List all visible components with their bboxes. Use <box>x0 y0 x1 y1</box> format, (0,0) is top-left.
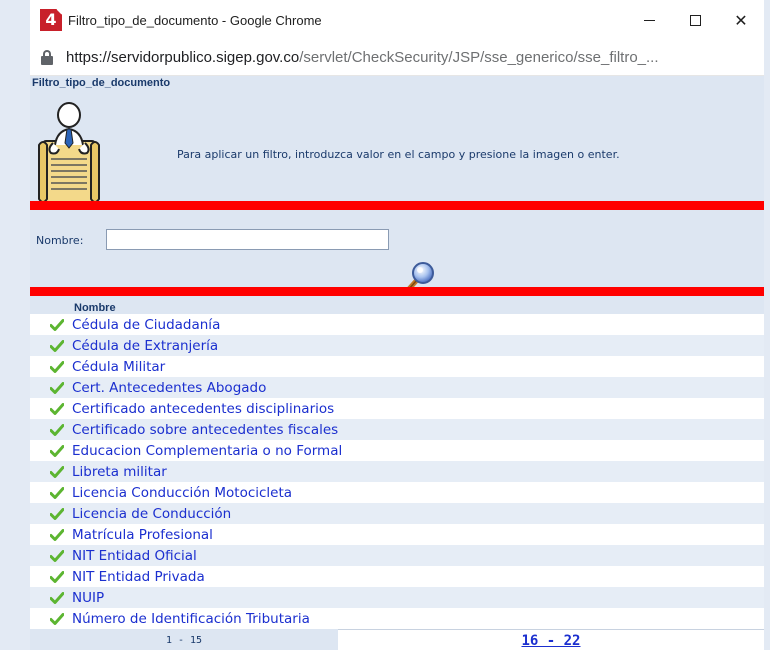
list-item[interactable]: Certificado antecedentes disciplinarios <box>30 398 764 419</box>
list-item[interactable]: Licencia Conducción Motocicleta <box>30 482 764 503</box>
name-filter-label: Nombre: <box>36 234 84 247</box>
intro-panel: Para aplicar un filtro, introduzca valor… <box>30 91 764 210</box>
check-icon <box>50 339 64 352</box>
document-type-link[interactable]: Número de Identificación Tributaria <box>72 611 310 627</box>
page-content: Para aplicar un filtro, introduzca valor… <box>30 91 764 650</box>
document-type-link[interactable]: Libreta militar <box>72 464 167 480</box>
filter-panel: Nombre: <box>30 210 764 300</box>
next-page-cell: 16 - 22 <box>338 629 764 650</box>
instructions-text: Para aplicar un filtro, introduzca valor… <box>177 148 620 161</box>
document-type-link[interactable]: Licencia de Conducción <box>72 506 231 522</box>
next-page-link[interactable]: 16 - 22 <box>521 633 580 649</box>
current-page-range: 1 - 15 <box>30 629 338 650</box>
list-item[interactable]: Número de Identificación Tributaria <box>30 608 764 629</box>
window-controls: ✕ <box>626 0 764 40</box>
url-text[interactable]: https://servidorpublico.sigep.gov.co/ser… <box>66 49 659 66</box>
list-item[interactable]: Cert. Antecedentes Abogado <box>30 377 764 398</box>
list-item[interactable]: Matrícula Profesional <box>30 524 764 545</box>
maximize-icon <box>689 14 701 26</box>
check-icon <box>50 591 64 604</box>
lock-icon[interactable] <box>40 49 54 66</box>
desktop-background-left <box>0 0 30 650</box>
check-icon <box>50 444 64 457</box>
pagination: 1 - 15 16 - 22 <box>30 629 764 650</box>
check-icon <box>50 402 64 415</box>
list-item[interactable]: Libreta militar <box>30 461 764 482</box>
list-column-header: Nombre <box>30 300 764 314</box>
list-item[interactable]: Educacion Complementaria o no Formal <box>30 440 764 461</box>
list-item[interactable]: Cédula de Ciudadanía <box>30 314 764 335</box>
minimize-icon <box>643 19 655 21</box>
list-item[interactable]: NUIP <box>30 587 764 608</box>
close-button[interactable]: ✕ <box>718 0 764 40</box>
url-path: /servlet/CheckSecurity/JSP/sse_generico/… <box>299 49 659 66</box>
url-host: https://servidorpublico.sigep.gov.co <box>66 49 300 66</box>
document-type-link[interactable]: NIT Entidad Privada <box>72 569 205 585</box>
browser-window: 4 Filtro_tipo_de_documento - Google Chro… <box>30 0 764 650</box>
close-icon: ✕ <box>734 10 748 30</box>
document-figure-icon <box>38 102 100 204</box>
address-bar[interactable]: https://servidorpublico.sigep.gov.co/ser… <box>30 40 764 76</box>
check-icon <box>50 423 64 436</box>
document-type-link[interactable]: Cédula de Extranjería <box>72 338 218 354</box>
document-type-link[interactable]: NUIP <box>72 590 104 606</box>
list-item[interactable]: Certificado sobre antecedentes fiscales <box>30 419 764 440</box>
document-type-link[interactable]: Certificado sobre antecedentes fiscales <box>72 422 338 438</box>
name-filter-input[interactable] <box>106 229 389 250</box>
minimize-button[interactable] <box>626 0 672 40</box>
document-type-link[interactable]: Cert. Antecedentes Abogado <box>72 380 266 396</box>
search-icon[interactable] <box>402 260 436 294</box>
window-title: Filtro_tipo_de_documento - Google Chrome <box>68 12 322 28</box>
list-item[interactable]: NIT Entidad Oficial <box>30 545 764 566</box>
check-icon <box>50 318 64 331</box>
document-type-link[interactable]: Cédula de Ciudadanía <box>72 317 220 333</box>
list-item[interactable]: Cédula de Extranjería <box>30 335 764 356</box>
check-icon <box>50 612 64 625</box>
document-type-link[interactable]: NIT Entidad Oficial <box>72 548 197 564</box>
app-icon: 4 <box>40 9 62 31</box>
title-bar: 4 Filtro_tipo_de_documento - Google Chro… <box>30 0 764 40</box>
list-item[interactable]: Licencia de Conducción <box>30 503 764 524</box>
check-icon <box>50 570 64 583</box>
list-item[interactable]: NIT Entidad Privada <box>30 566 764 587</box>
desktop-background-right <box>764 0 770 650</box>
section-title: Filtro_tipo_de_documento <box>30 76 764 91</box>
check-icon <box>50 486 64 499</box>
maximize-button[interactable] <box>672 0 718 40</box>
check-icon <box>50 507 64 520</box>
check-icon <box>50 465 64 478</box>
document-type-link[interactable]: Cédula Militar <box>72 359 165 375</box>
check-icon <box>50 360 64 373</box>
check-icon <box>50 528 64 541</box>
document-type-link[interactable]: Matrícula Profesional <box>72 527 213 543</box>
check-icon <box>50 549 64 562</box>
document-type-link[interactable]: Certificado antecedentes disciplinarios <box>72 401 334 417</box>
check-icon <box>50 381 64 394</box>
document-type-link[interactable]: Licencia Conducción Motocicleta <box>72 485 292 501</box>
document-type-list: Cédula de Ciudadanía Cédula de Extranjerí… <box>30 314 764 629</box>
document-type-link[interactable]: Educacion Complementaria o no Formal <box>72 443 342 459</box>
list-item[interactable]: Cédula Militar <box>30 356 764 377</box>
